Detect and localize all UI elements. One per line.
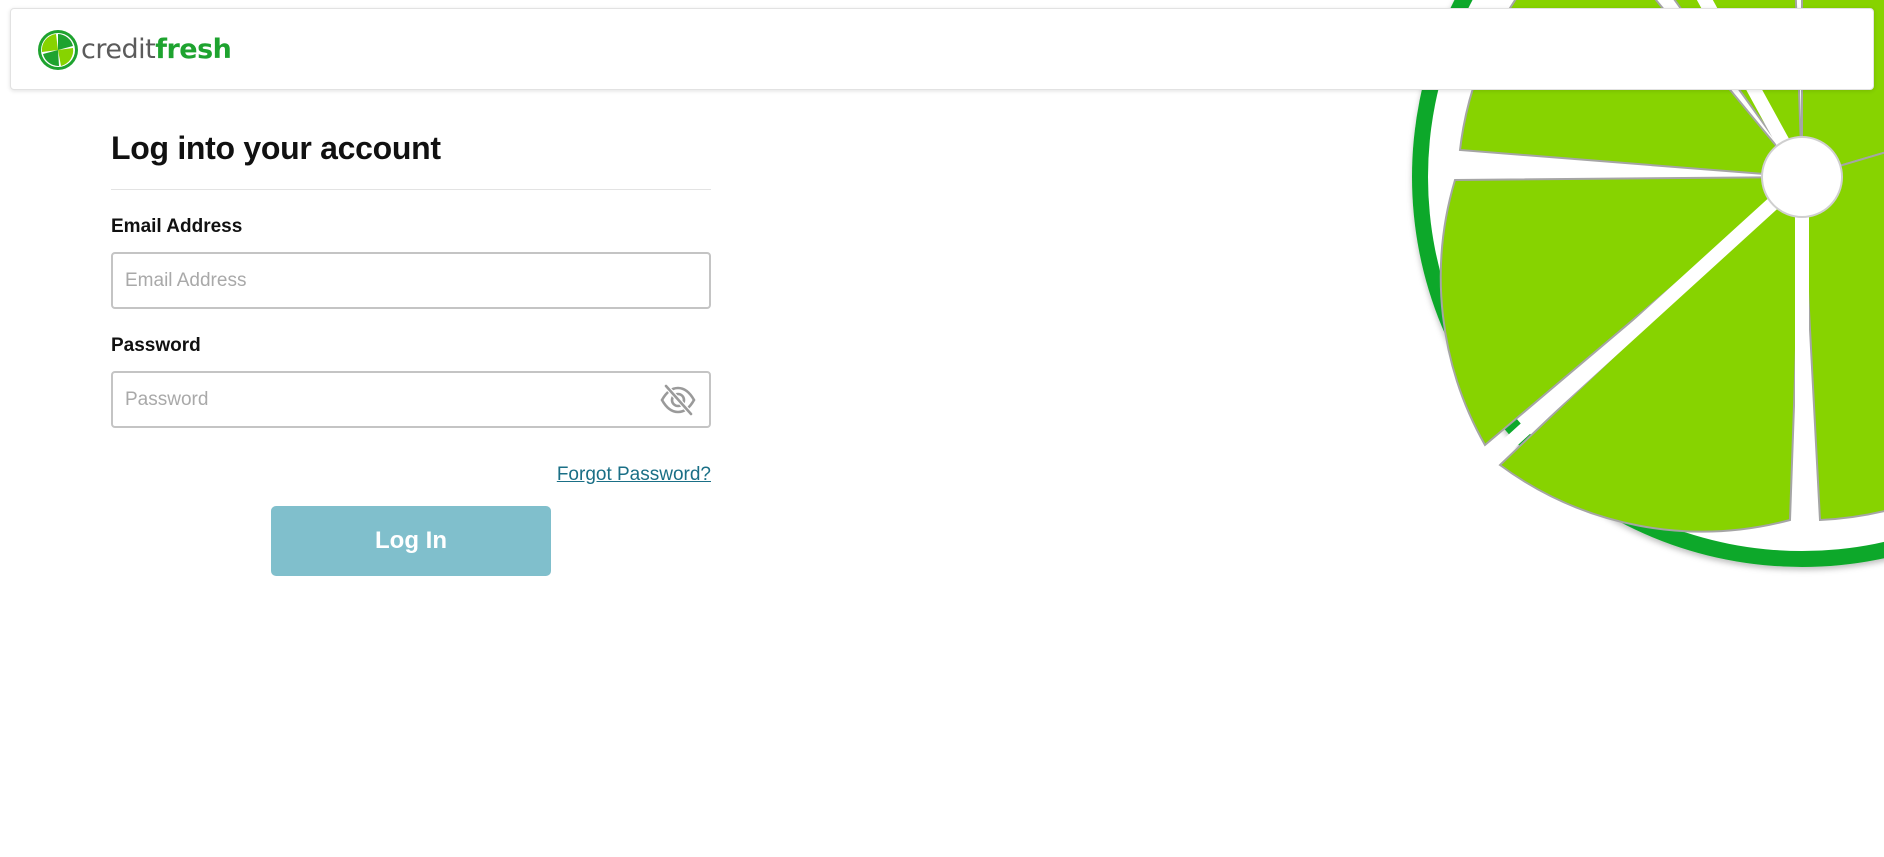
title-divider <box>111 189 711 190</box>
password-field[interactable] <box>113 373 709 426</box>
page-title: Log into your account <box>111 130 441 166</box>
email-field[interactable] <box>113 254 709 307</box>
email-label: Email Address <box>111 216 243 237</box>
brand-logo[interactable]: creditfresh <box>37 29 232 71</box>
eye-slash-icon[interactable] <box>659 383 697 417</box>
password-field-wrapper <box>111 371 711 428</box>
brand-wordmark: creditfresh <box>81 29 232 71</box>
login-page: creditfresh Log into your account Email … <box>0 0 1884 857</box>
forgot-password-link[interactable]: Forgot Password? <box>557 464 711 485</box>
brand-name-credit: credit <box>81 34 156 65</box>
email-field-wrapper <box>111 252 711 309</box>
lime-slice-icon <box>38 30 78 70</box>
top-header: creditfresh <box>10 8 1874 90</box>
brand-name-fresh: fresh <box>155 34 232 65</box>
login-form: Log into your account Email Address Pass… <box>111 120 711 576</box>
password-label: Password <box>111 335 201 356</box>
forgot-password-row: Forgot Password? <box>111 464 711 486</box>
login-button[interactable]: Log In <box>271 506 551 576</box>
